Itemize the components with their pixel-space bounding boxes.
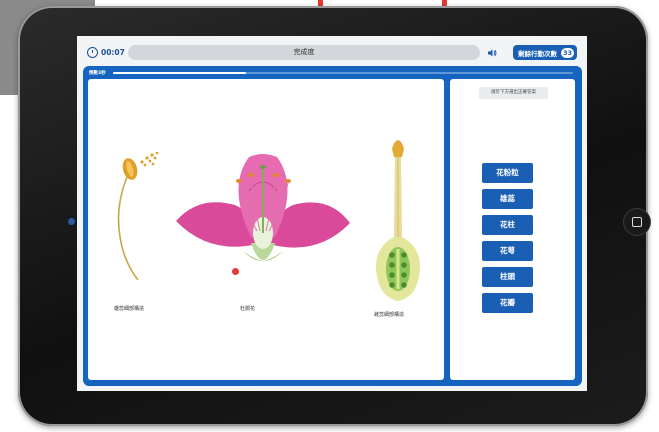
answer-button-style[interactable]: 花柱: [482, 215, 533, 235]
caption-stamen: 雄蕊細部構造: [114, 306, 145, 312]
camera-icon: [68, 218, 75, 225]
top-bar: 00:07 完成度 剩餘行動次數 33: [77, 36, 587, 66]
instruction-text: 請於下方選出正確答案: [479, 87, 548, 99]
illustration-panel: 雄蕊細部構造 杜鵑花 雌蕊細部構造: [88, 79, 444, 380]
timer-text: 00:07: [101, 48, 125, 57]
progress-bar: 完成度: [128, 45, 480, 60]
answer-panel: 請於下方選出正確答案 花粉粒 雄蕊 花柱 花萼 柱頭 花瓣: [450, 79, 575, 380]
clock-icon: [87, 47, 98, 58]
countdown-bar: [113, 72, 573, 74]
app-screen: 00:07 完成度 剩餘行動次數 33 倒數3秒 雄蕊細部構造 杜鵑花 雌蕊細部…: [77, 36, 587, 391]
countdown-bar-fill: [113, 72, 247, 74]
answer-button-sepal[interactable]: 花萼: [482, 241, 533, 261]
remaining-moves-label: 剩餘行動次數: [518, 49, 557, 58]
timer: 00:07: [87, 47, 125, 58]
stamen-illustration[interactable]: [108, 147, 178, 287]
countdown-label: 倒數3秒: [89, 71, 106, 76]
remaining-moves-count: 33: [561, 47, 575, 58]
answer-button-stigma[interactable]: 柱頭: [482, 267, 533, 287]
answer-button-petal[interactable]: 花瓣: [482, 293, 533, 313]
azalea-flower-illustration[interactable]: [173, 151, 353, 279]
answer-button-pollen[interactable]: 花粉粒: [482, 163, 533, 183]
progress-label: 完成度: [293, 48, 315, 56]
home-square-icon: [632, 217, 642, 227]
answer-button-stamen[interactable]: 雄蕊: [482, 189, 533, 209]
remaining-moves-button[interactable]: 剩餘行動次數 33: [513, 45, 578, 60]
question-frame: 倒數3秒 雄蕊細部構造 杜鵑花 雌蕊細部構造 請於下方選出正確答案 花粉粒 雄蕊…: [83, 66, 582, 386]
pistil-illustration[interactable]: [368, 137, 428, 307]
position-marker: [232, 268, 239, 275]
speaker-icon[interactable]: [487, 48, 497, 58]
caption-flower: 杜鵑花: [240, 306, 256, 312]
caption-pistil: 雌蕊細部構造: [374, 312, 405, 318]
home-button[interactable]: [624, 209, 650, 235]
